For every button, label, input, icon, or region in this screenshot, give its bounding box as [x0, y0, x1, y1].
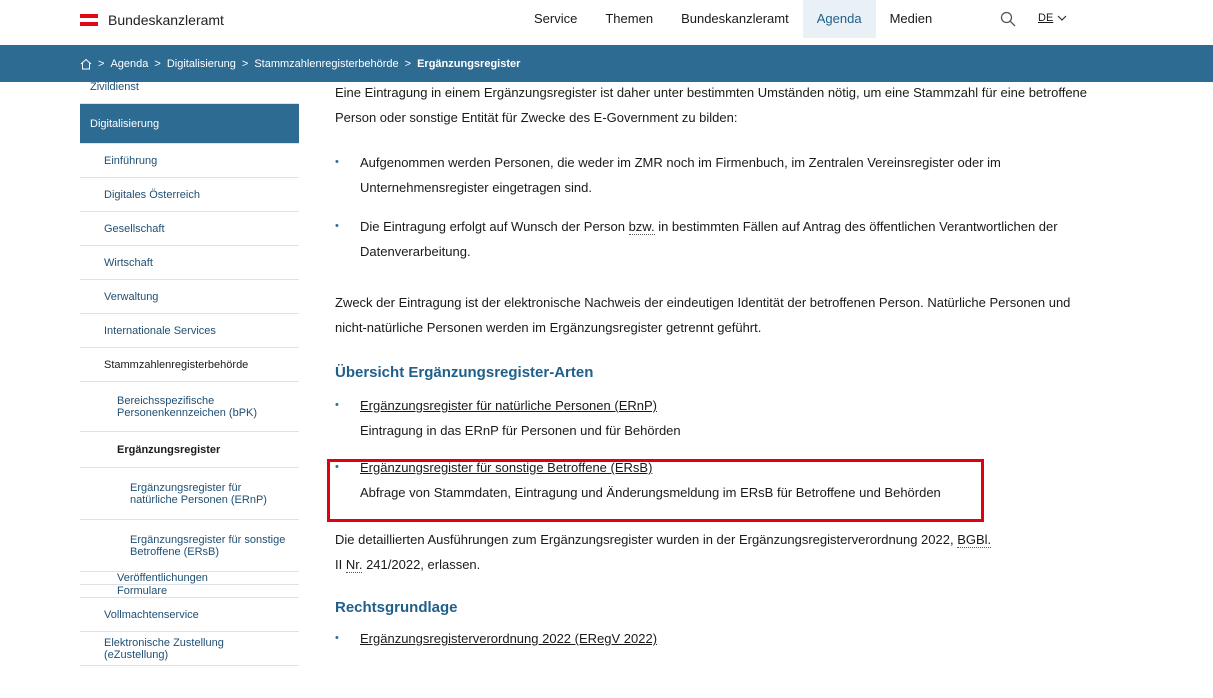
sidebar-item-ezustellung[interactable]: Elektronische Zustellung (eZustellung) — [80, 632, 299, 666]
sidebar-nav: Zivildienst Digitalisierung Einführung D… — [80, 82, 299, 666]
link-description: Eintragung in das ERnP für Personen und … — [360, 423, 681, 438]
sidebar-item-wirtschaft[interactable]: Wirtschaft — [80, 246, 299, 280]
eregv-link[interactable]: Ergänzungsregisterverordnung 2022 (ERegV… — [360, 631, 657, 646]
breadcrumb-digitalisierung[interactable]: Digitalisierung — [167, 58, 236, 70]
breadcrumb-separator: > — [98, 57, 105, 70]
austria-flag-icon — [80, 14, 98, 26]
abbreviation: Nr. — [345, 557, 363, 573]
sidebar-item-vollmachtenservice[interactable]: Vollmachtenservice — [80, 598, 299, 632]
nav-medien[interactable]: Medien — [876, 0, 947, 38]
sidebar-item-gesellschaft[interactable]: Gesellschaft — [80, 212, 299, 246]
sidebar-item-internationale-services[interactable]: Internationale Services — [80, 314, 299, 348]
sidebar-item-ernp[interactable]: Ergänzungsregister für natürliche Person… — [80, 468, 299, 520]
breadcrumb-current: Ergänzungsregister — [417, 57, 521, 70]
site-header: Bundeskanzleramt Service Themen Bundeska… — [0, 0, 1213, 45]
bullet-text: Aufgenommen werden Personen, die weder i… — [360, 155, 1001, 195]
search-icon[interactable] — [1000, 11, 1016, 27]
chevron-down-icon — [1057, 15, 1067, 21]
sidebar-item-bpk[interactable]: Bereichsspezifische Personenkennzeichen … — [80, 382, 299, 432]
nav-service[interactable]: Service — [520, 0, 591, 38]
bullet-text: Die Eintragung erfolgt auf Wunsch der Pe… — [360, 219, 629, 234]
breadcrumb-separator: > — [241, 57, 249, 70]
sidebar-item-stammzahlenregisterbehoerde[interactable]: Stammzahlenregisterbehörde — [80, 348, 299, 382]
language-code: DE — [1038, 12, 1054, 24]
sidebar-item-ergaenzungsregister[interactable]: Ergänzungsregister — [80, 432, 299, 468]
breadcrumb-separator: > — [404, 57, 412, 70]
breadcrumb-agenda[interactable]: Agenda — [110, 58, 148, 70]
highlight-box — [327, 459, 984, 522]
breadcrumb: > Agenda > Digitalisierung > Stammzahlen… — [0, 45, 1213, 82]
purpose-paragraph: Zweck der Eintragung ist der elektronisc… — [335, 295, 1071, 335]
details-paragraph: Die detaillierten Ausführungen zum Ergän… — [335, 527, 1095, 577]
breadcrumb-separator: > — [154, 57, 161, 70]
list-item: Ergänzungsregisterverordnung 2022 (ERegV… — [335, 626, 1095, 651]
list-item: Die Eintragung erfolgt auf Wunsch der Pe… — [335, 214, 1095, 264]
details-text: 241/2022, erlassen. — [362, 557, 481, 572]
nav-themen[interactable]: Themen — [591, 0, 667, 38]
site-logo[interactable]: Bundeskanzleramt — [80, 12, 224, 28]
list-item: Aufgenommen werden Personen, die weder i… — [335, 150, 1095, 200]
sidebar-item-zivildienst[interactable]: Zivildienst — [80, 82, 299, 104]
list-item: Ergänzungsregister für natürliche Person… — [335, 393, 1095, 443]
sidebar-item-verwaltung[interactable]: Verwaltung — [80, 280, 299, 314]
details-text: Die detaillierten Ausführungen zum Ergän… — [335, 532, 958, 547]
abbreviation: BGBl. — [957, 532, 992, 548]
criteria-list: Aufgenommen werden Personen, die weder i… — [335, 150, 1095, 264]
nav-bundeskanzleramt[interactable]: Bundeskanzleramt — [667, 0, 803, 38]
breadcrumb-stammzahlenregisterbehoerde[interactable]: Stammzahlenregisterbehörde — [254, 58, 398, 70]
main-content: Eine Eintragung in einem Ergänzungsregis… — [335, 82, 1095, 651]
nav-agenda[interactable]: Agenda — [802, 0, 876, 38]
legal-list: Ergänzungsregisterverordnung 2022 (ERegV… — [335, 626, 1095, 651]
sidebar-item-veroeffentlichungen[interactable]: Veröffentlichungen — [80, 572, 299, 585]
sidebar-item-digitalisierung[interactable]: Digitalisierung — [80, 104, 299, 144]
logo-text: Bundeskanzleramt — [108, 12, 224, 28]
ernp-link[interactable]: Ergänzungsregister für natürliche Person… — [360, 398, 657, 413]
legal-heading: Rechtsgrundlage — [335, 599, 458, 616]
sidebar-item-formulare[interactable]: Formulare — [80, 585, 299, 598]
language-selector[interactable]: DE — [1038, 12, 1067, 24]
overview-heading: Übersicht Ergänzungsregister-Arten — [335, 364, 594, 381]
intro-paragraph: Eine Eintragung in einem Ergänzungsregis… — [335, 85, 1088, 125]
sidebar-item-digitales-oesterreich[interactable]: Digitales Österreich — [80, 178, 299, 212]
abbreviation: bzw. — [628, 219, 655, 235]
main-nav: Service Themen Bundeskanzleramt Agenda M… — [520, 0, 946, 38]
sidebar-item-einfuehrung[interactable]: Einführung — [80, 144, 299, 178]
details-text: II — [335, 557, 346, 572]
sidebar-item-ersb[interactable]: Ergänzungsregister für sonstige Betroffe… — [80, 520, 299, 572]
home-icon[interactable] — [80, 58, 92, 70]
